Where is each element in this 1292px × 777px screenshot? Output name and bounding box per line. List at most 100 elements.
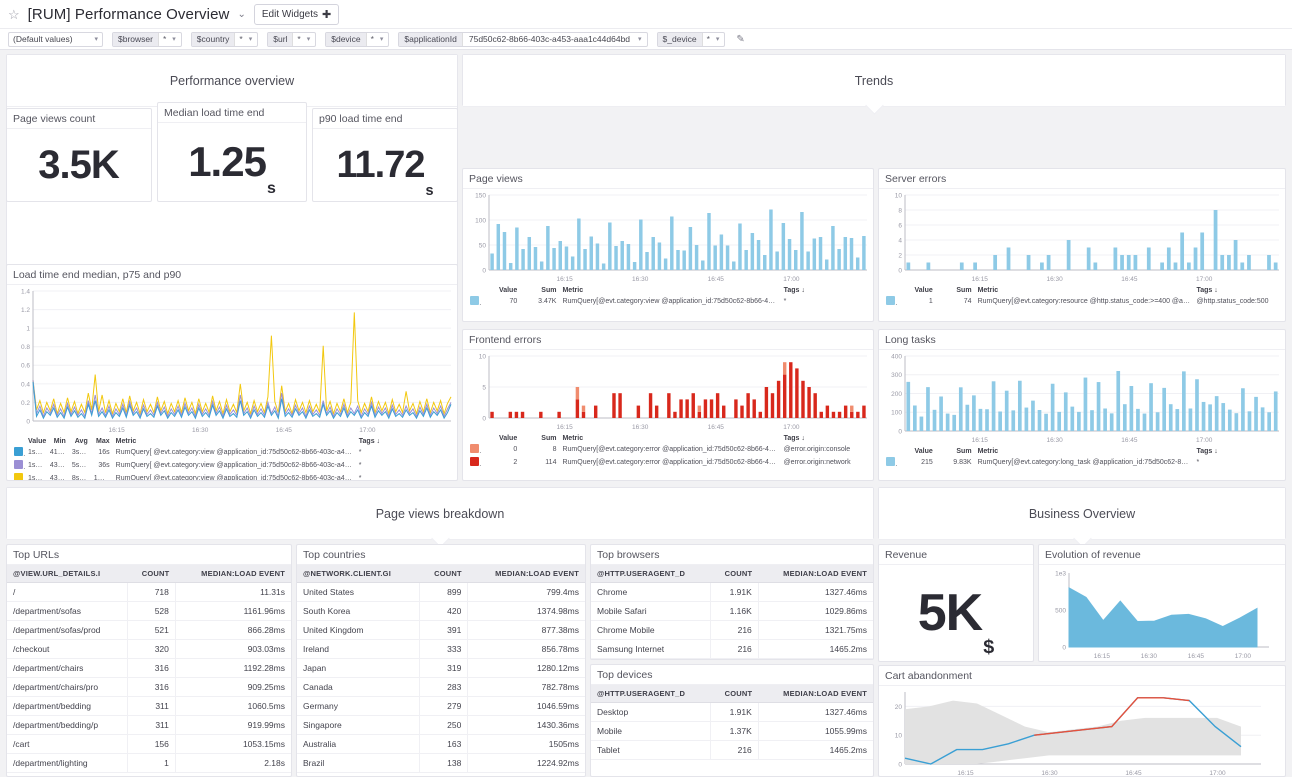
table-row[interactable]: Mobile 1.37K 1055.99ms <box>591 721 873 741</box>
table-row[interactable]: Germany 279 1046.59ms <box>297 696 585 716</box>
chevron-down-icon[interactable]: ▾ <box>636 35 647 43</box>
legend-cell: 0 <box>513 446 518 453</box>
table-row[interactable]: Singapore 250 1430.36ms <box>297 715 585 735</box>
legend-row[interactable]: 1s 23ms435ms5s 594ms 36s RumQuery[ @evt.ca… <box>11 459 453 472</box>
table-row[interactable]: Canada 283 782.78ms <box>297 677 585 697</box>
legend-row[interactable]: 215 9.83K RumQuery[@evt.category:long_task… <box>883 456 1281 469</box>
favorite-star-icon[interactable]: ☆ <box>8 8 20 21</box>
widget-evolution-of-revenue[interactable]: Evolution of revenue 0 500 1e3 16:15 16:30 16… <box>1038 544 1286 662</box>
table-row[interactable]: /department/bedding 311 1060.5ms <box>7 696 291 716</box>
chevron-down-icon[interactable]: ▾ <box>247 35 258 43</box>
table-cell: 1327.46ms <box>758 702 873 722</box>
chevron-down-icon[interactable]: ▾ <box>305 35 316 43</box>
widget-revenue[interactable]: Revenue 5K $ <box>878 544 1034 662</box>
widget-top-countries[interactable]: Top countries @NETWORK.CLIENT.GI COUNT MED… <box>296 544 586 777</box>
svg-text:16:45: 16:45 <box>708 424 725 431</box>
widget-long-tasks[interactable]: Long tasks 0 100 200 300 400 16:15 16:30 16:45 1… <box>878 329 1286 481</box>
table-row[interactable]: Chrome Mobile 216 1321.75ms <box>591 620 873 640</box>
edit-pencil-icon[interactable]: ✎ <box>736 34 744 45</box>
legend-color-swatch <box>886 296 895 305</box>
table-cell: 319 <box>419 658 469 678</box>
table-row[interactable]: /checkout 320 903.03ms <box>7 639 291 659</box>
table-row[interactable]: /department/lighting 1 2.18s <box>7 753 291 773</box>
legend-row[interactable]: 2 114 RumQuery[@evt.category:error @applic… <box>467 456 869 469</box>
table-row[interactable]: Samsung Internet 216 1465.2ms <box>591 639 873 659</box>
table-row[interactable]: United States 899 799.4ms <box>297 582 585 602</box>
widget-top-urls[interactable]: Top URLs @VIEW.URL_DETAILS.I COUNT MEDIAN:… <box>6 544 292 777</box>
table-row[interactable]: /department/chairs/pro 316 909.25ms <box>7 677 291 697</box>
table-column-header[interactable]: @HTTP.USERAGENT_D <box>591 565 711 583</box>
title-chevron-down-icon[interactable]: ⌄ <box>237 9 245 20</box>
default-values-select[interactable]: (Default values) ▾ <box>8 31 103 47</box>
table-row[interactable]: /department/bedding/p 311 919.99ms <box>7 715 291 735</box>
widget-title: Server errors <box>879 169 1285 189</box>
legend-cell: 16s <box>98 449 110 456</box>
table-row[interactable]: Tablet 216 1465.2ms <box>591 740 873 760</box>
template-variable-browser[interactable]: $browser * ▾ <box>112 31 182 47</box>
table-column-header[interactable]: COUNT <box>127 565 176 583</box>
template-variable-_device[interactable]: $_device * ▾ <box>656 31 726 47</box>
legend-row[interactable]: 0 8 RumQuery[@evt.category:error @applicat… <box>467 443 869 456</box>
widget-top-browsers[interactable]: Top browsers @HTTP.USERAGENT_D COUNT MEDIA… <box>590 544 874 660</box>
table-row[interactable]: Japan 319 1280.12ms <box>297 658 585 678</box>
table-cell: 283 <box>419 677 469 697</box>
table-row[interactable]: Ireland 333 856.78ms <box>297 639 585 659</box>
table-row[interactable]: /department/sofas/prod 521 866.28ms <box>7 620 291 640</box>
table-column-header[interactable]: @VIEW.URL_DETAILS.I <box>7 565 128 583</box>
table-column-header[interactable]: COUNT <box>710 685 759 703</box>
chevron-down-icon[interactable]: ▾ <box>714 35 725 43</box>
table-column-header[interactable]: COUNT <box>710 565 759 583</box>
template-variable-device[interactable]: $device * ▾ <box>325 31 390 47</box>
widget-page-views-count[interactable]: Page views count 3.5K <box>6 108 152 202</box>
table-row[interactable]: Chrome 1.91K 1327.46ms <box>591 582 873 602</box>
widget-top-devices[interactable]: Top devices @HTTP.USERAGENT_D COUNT MEDIAN… <box>590 664 874 777</box>
template-variable-url[interactable]: $url * ▾ <box>267 31 317 47</box>
legend-row[interactable]: 1s 62ms413ms3s 764ms 16s RumQuery[ @evt.ca… <box>11 446 453 459</box>
svg-text:6: 6 <box>898 222 902 229</box>
table-row[interactable]: Mobile Safari 1.16K 1029.86ms <box>591 601 873 621</box>
legend-table: Value Sum Metric Tags ↓ 70 3.47K RumQuery[@evt… <box>467 286 869 308</box>
widget-load-time-end[interactable]: Load time end median, p75 and p90 0 0.2 0.… <box>6 264 458 481</box>
table-column-header[interactable]: COUNT <box>419 565 468 583</box>
table-cell: 1161.96ms <box>175 601 291 621</box>
table-row[interactable]: /718 11.31s <box>7 582 291 602</box>
legend-cell: * <box>358 462 362 469</box>
template-variable-country[interactable]: $country * ▾ <box>190 31 259 47</box>
edit-widgets-button[interactable]: Edit Widgets ✚ <box>253 3 340 25</box>
widget-p90-load-time-end[interactable]: p90 load time end 11.72 s <box>312 108 458 202</box>
svg-text:16:15: 16:15 <box>972 276 989 283</box>
chevron-down-icon[interactable]: ▾ <box>378 35 389 43</box>
table-row[interactable]: Desktop 1.91K 1327.46ms <box>591 702 873 722</box>
table-row[interactable]: /department/chairs 316 1192.28ms <box>7 658 291 678</box>
table-row[interactable]: Australia 163 1505ms <box>297 734 585 754</box>
widget-title: Frontend errors <box>463 330 873 350</box>
legend-row[interactable]: 70 3.47K RumQuery[@evt.category:view @appl… <box>467 295 869 308</box>
legend-row[interactable]: 1s 477ms435ms8s 317ms1m 10sRumQuery[ @ev… <box>11 472 453 480</box>
table-column-header[interactable]: MEDIAN:LOAD EVENT <box>467 565 585 583</box>
widget-server-errors[interactable]: Server errors 0 2 4 6 8 10 16:15 16:30 16:45 17:0… <box>878 168 1286 322</box>
table-row[interactable]: South Korea 420 1374.98ms <box>297 601 585 621</box>
table-column-header[interactable]: @HTTP.USERAGENT_D <box>591 685 711 703</box>
legend-row[interactable]: 1 74 RumQuery[@evt.category:resource @http… <box>883 295 1281 308</box>
widget-page-views[interactable]: Page views 0 50 100 150 16:15 16:30 16:45 17:00… <box>462 168 874 322</box>
data-table: @NETWORK.CLIENT.GI COUNT MEDIAN:LOAD EVENT… <box>297 565 585 773</box>
table-row[interactable]: /department/sofas 528 1161.96ms <box>7 601 291 621</box>
table-column-header[interactable]: MEDIAN:LOAD EVENT <box>758 565 873 583</box>
widget-cart-abandonment[interactable]: Cart abandonment 0 10 20 16:15 16:30 16:45 17:… <box>878 665 1286 777</box>
widget-median-load-time-end[interactable]: Median load time end 1.25 s <box>157 102 307 202</box>
chevron-down-icon[interactable]: ▾ <box>170 35 181 43</box>
template-variable-applicationid[interactable]: $applicationId 75d50c62-8b66-403c-a453-aa… <box>398 31 648 47</box>
chart-frontend-errors: 0 5 10 16:15 16:30 16:45 17:00 <box>463 350 873 432</box>
table-row[interactable]: Brazil 138 1224.92ms <box>297 753 585 773</box>
table-column-header[interactable]: MEDIAN:LOAD EVENT <box>175 565 291 583</box>
widget-frontend-errors[interactable]: Frontend errors 0 5 10 16:15 16:30 16:45 17:00… <box>462 329 874 481</box>
svg-text:4: 4 <box>898 237 902 244</box>
table-column-header[interactable]: @NETWORK.CLIENT.GI <box>297 565 420 583</box>
table-row[interactable]: United Kingdom 391 877.38ms <box>297 620 585 640</box>
table-column-header[interactable]: MEDIAN:LOAD EVENT <box>758 685 873 703</box>
table-cell: Germany <box>297 696 420 716</box>
table-cell: 216 <box>710 620 759 640</box>
table-row[interactable]: /cart 156 1053.15ms <box>7 734 291 754</box>
widget-title: Top countries <box>297 545 585 565</box>
svg-text:8: 8 <box>898 207 902 214</box>
